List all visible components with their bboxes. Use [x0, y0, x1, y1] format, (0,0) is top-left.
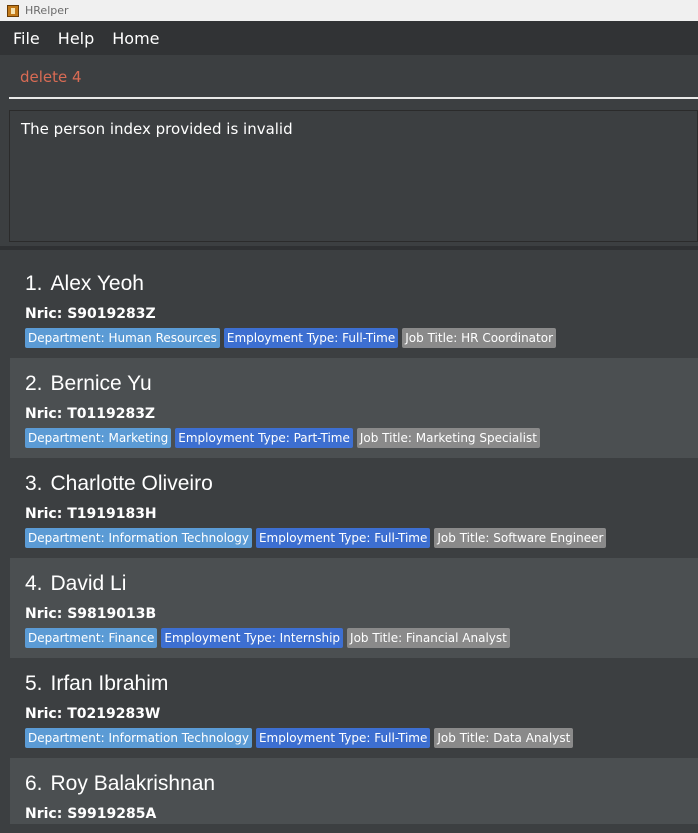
- person-nric: Nric: T0119283Z: [25, 406, 156, 422]
- person-name-row: 5. Irfan Ibrahim: [25, 670, 683, 698]
- department-tag: Department: Information Technology: [25, 728, 252, 748]
- person-list[interactable]: 1. Alex Yeoh Nric: S9019283Z Department:…: [10, 258, 698, 824]
- person-name: Charlotte Oliveiro: [50, 472, 213, 495]
- tag-list: Department: Human Resources Employment T…: [25, 328, 683, 348]
- department-tag: Department: Human Resources: [25, 328, 220, 348]
- person-card[interactable]: 2. Bernice Yu Nric: T0119283Z Department…: [10, 358, 698, 458]
- person-index: 3.: [25, 472, 43, 495]
- tag-list: Department: Finance Employment Type: Int…: [25, 628, 683, 648]
- person-index: 4.: [25, 572, 43, 595]
- person-card[interactable]: 1. Alex Yeoh Nric: S9019283Z Department:…: [10, 258, 698, 358]
- employment-type-tag: Employment Type: Full-Time: [255, 528, 431, 548]
- command-box: delete 4: [0, 55, 698, 103]
- person-name-row: 2. Bernice Yu: [25, 370, 683, 398]
- employment-type-tag: Employment Type: Full-Time: [223, 328, 399, 348]
- person-nric: Nric: S9919285A: [25, 806, 157, 822]
- job-title-tag: Job Title: Data Analyst: [434, 728, 574, 748]
- tag-list: Department: Marketing Employment Type: P…: [25, 428, 683, 448]
- person-nric: Nric: T1919183H: [25, 506, 157, 522]
- person-name-row: 6. Roy Balakrishnan: [25, 770, 683, 798]
- person-name: Alex Yeoh: [50, 272, 144, 295]
- department-tag: Department: Information Technology: [25, 528, 252, 548]
- person-name-row: 4. David Li: [25, 570, 683, 598]
- department-tag: Department: Marketing: [25, 428, 172, 448]
- command-input[interactable]: delete 4: [9, 57, 698, 99]
- department-tag: Department: Finance: [25, 628, 158, 648]
- title-bar: HRelper: [0, 0, 698, 21]
- person-index: 6.: [25, 772, 43, 795]
- menu-help[interactable]: Help: [49, 29, 103, 48]
- job-title-tag: Job Title: Software Engineer: [434, 528, 607, 548]
- job-title-tag: Job Title: HR Coordinator: [402, 328, 557, 348]
- tag-list: Department: Information Technology Emplo…: [25, 528, 683, 548]
- person-name: Roy Balakrishnan: [50, 772, 216, 795]
- person-nric: Nric: S9819013B: [25, 606, 157, 622]
- person-card[interactable]: 4. David Li Nric: S9819013B Department: …: [10, 558, 698, 658]
- person-name: Irfan Ibrahim: [50, 672, 169, 695]
- person-index: 2.: [25, 372, 43, 395]
- employment-type-tag: Employment Type: Part-Time: [175, 428, 353, 448]
- menu-home[interactable]: Home: [103, 29, 168, 48]
- person-name-row: 3. Charlotte Oliveiro: [25, 470, 683, 498]
- menu-file[interactable]: File: [4, 29, 49, 48]
- tag-list: Department: Information Technology Emplo…: [25, 728, 683, 748]
- result-display[interactable]: The person index provided is invalid: [9, 110, 698, 242]
- window-title: HRelper: [25, 4, 69, 17]
- person-index: 1.: [25, 272, 43, 295]
- person-name: Bernice Yu: [50, 372, 152, 395]
- employment-type-tag: Employment Type: Full-Time: [255, 728, 431, 748]
- divider: [0, 246, 698, 250]
- person-nric: Nric: S9019283Z: [25, 306, 156, 322]
- menu-bar: File Help Home: [0, 21, 698, 55]
- employment-type-tag: Employment Type: Internship: [161, 628, 344, 648]
- person-nric: Nric: T0219283W: [25, 706, 161, 722]
- person-card[interactable]: 3. Charlotte Oliveiro Nric: T1919183H De…: [10, 458, 698, 558]
- app-icon: [7, 4, 19, 17]
- person-index: 5.: [25, 672, 43, 695]
- person-card[interactable]: 5. Irfan Ibrahim Nric: T0219283W Departm…: [10, 658, 698, 758]
- job-title-tag: Job Title: Financial Analyst: [347, 628, 510, 648]
- person-card[interactable]: 6. Roy Balakrishnan Nric: S9919285A: [10, 758, 698, 824]
- result-message: The person index provided is invalid: [21, 120, 293, 138]
- job-title-tag: Job Title: Marketing Specialist: [356, 428, 540, 448]
- person-name: David Li: [50, 572, 127, 595]
- person-name-row: 1. Alex Yeoh: [25, 270, 683, 298]
